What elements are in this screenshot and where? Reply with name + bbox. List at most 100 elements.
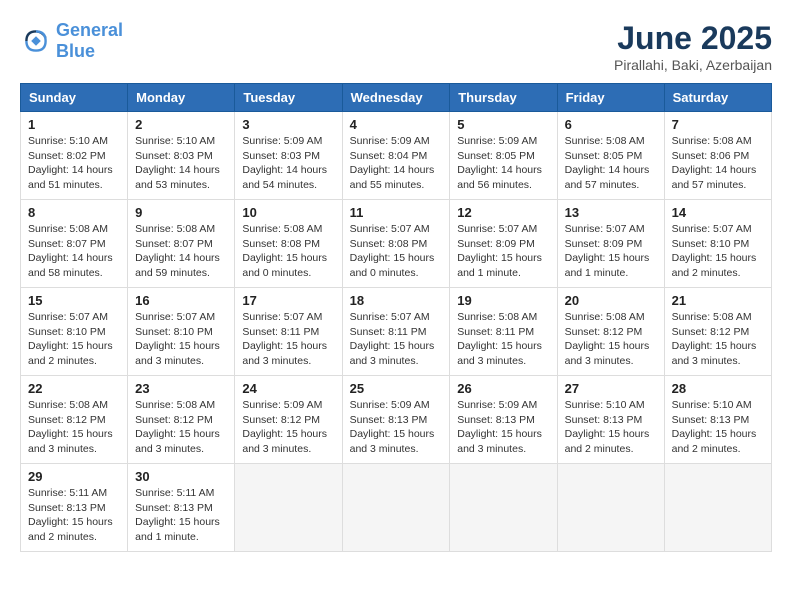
day-cell-5: 5 Sunrise: 5:09 AM Sunset: 8:05 PM Dayli… bbox=[450, 112, 557, 200]
sunrise-text: Sunrise: 5:09 AM bbox=[350, 135, 430, 147]
col-saturday: Saturday bbox=[664, 84, 771, 112]
day-number: 28 bbox=[672, 381, 764, 396]
sunset-text: Sunset: 8:13 PM bbox=[457, 414, 535, 426]
day-number: 9 bbox=[135, 205, 227, 220]
sunset-text: Sunset: 8:11 PM bbox=[457, 326, 534, 338]
day-cell-3: 3 Sunrise: 5:09 AM Sunset: 8:03 PM Dayli… bbox=[235, 112, 342, 200]
sunset-text: Sunset: 8:13 PM bbox=[672, 414, 750, 426]
logo-general: General bbox=[56, 20, 123, 40]
day-cell-7b: 7 Sunrise: 5:08 AM Sunset: 8:06 PM Dayli… bbox=[664, 112, 771, 200]
day-number: 8 bbox=[28, 205, 120, 220]
day-number: 11 bbox=[350, 205, 443, 220]
day-number: 23 bbox=[135, 381, 227, 396]
sunrise-text: Sunrise: 5:08 AM bbox=[135, 399, 215, 411]
sunset-text: Sunset: 8:13 PM bbox=[565, 414, 643, 426]
daylight-text: Daylight: 15 hours and 0 minutes. bbox=[242, 252, 327, 279]
sunset-text: Sunset: 8:10 PM bbox=[135, 326, 213, 338]
location-subtitle: Pirallahi, Baki, Azerbaijan bbox=[614, 57, 772, 73]
day-cell-14: 14 Sunrise: 5:07 AM Sunset: 8:10 PM Dayl… bbox=[664, 200, 771, 288]
day-number: 7 bbox=[672, 117, 764, 132]
sunrise-text: Sunrise: 5:10 AM bbox=[135, 135, 215, 147]
daylight-text: Daylight: 15 hours and 2 minutes. bbox=[28, 516, 113, 543]
day-cell-25: 25 Sunrise: 5:09 AM Sunset: 8:13 PM Dayl… bbox=[342, 376, 450, 464]
day-number: 27 bbox=[565, 381, 657, 396]
title-area: June 2025 Pirallahi, Baki, Azerbaijan bbox=[614, 20, 772, 73]
daylight-text: Daylight: 15 hours and 3 minutes. bbox=[28, 428, 113, 455]
logo: General Blue bbox=[20, 20, 123, 62]
sunrise-text: Sunrise: 5:08 AM bbox=[672, 135, 752, 147]
sunset-text: Sunset: 8:11 PM bbox=[242, 326, 319, 338]
day-cell-17: 17 Sunrise: 5:07 AM Sunset: 8:11 PM Dayl… bbox=[235, 288, 342, 376]
sunset-text: Sunset: 8:13 PM bbox=[350, 414, 428, 426]
sunset-text: Sunset: 8:12 PM bbox=[28, 414, 106, 426]
daylight-text: Daylight: 15 hours and 2 minutes. bbox=[672, 428, 757, 455]
table-row: 22 Sunrise: 5:08 AM Sunset: 8:12 PM Dayl… bbox=[21, 376, 772, 464]
daylight-text: Daylight: 15 hours and 3 minutes. bbox=[565, 340, 650, 367]
cell-content: Sunrise: 5:08 AM Sunset: 8:07 PM Dayligh… bbox=[28, 222, 120, 281]
col-wednesday: Wednesday bbox=[342, 84, 450, 112]
day-number: 14 bbox=[672, 205, 764, 220]
sunset-text: Sunset: 8:07 PM bbox=[28, 238, 106, 250]
sunset-text: Sunset: 8:06 PM bbox=[672, 150, 750, 162]
cell-content: Sunrise: 5:09 AM Sunset: 8:03 PM Dayligh… bbox=[242, 134, 334, 193]
day-cell-11: 11 Sunrise: 5:07 AM Sunset: 8:08 PM Dayl… bbox=[342, 200, 450, 288]
sunrise-text: Sunrise: 5:11 AM bbox=[28, 487, 107, 499]
sunrise-text: Sunrise: 5:10 AM bbox=[565, 399, 645, 411]
day-cell-29: 29 Sunrise: 5:11 AM Sunset: 8:13 PM Dayl… bbox=[21, 464, 128, 552]
day-cell-22: 22 Sunrise: 5:08 AM Sunset: 8:12 PM Dayl… bbox=[21, 376, 128, 464]
col-monday: Monday bbox=[128, 84, 235, 112]
cell-content: Sunrise: 5:10 AM Sunset: 8:13 PM Dayligh… bbox=[672, 398, 764, 457]
empty-cell bbox=[342, 464, 450, 552]
sunset-text: Sunset: 8:03 PM bbox=[242, 150, 320, 162]
cell-content: Sunrise: 5:10 AM Sunset: 8:13 PM Dayligh… bbox=[565, 398, 657, 457]
day-cell-4: 4 Sunrise: 5:09 AM Sunset: 8:04 PM Dayli… bbox=[342, 112, 450, 200]
day-number: 12 bbox=[457, 205, 549, 220]
sunrise-text: Sunrise: 5:07 AM bbox=[350, 311, 430, 323]
sunrise-text: Sunrise: 5:11 AM bbox=[135, 487, 214, 499]
sunset-text: Sunset: 8:13 PM bbox=[28, 502, 106, 514]
sunrise-text: Sunrise: 5:08 AM bbox=[28, 223, 108, 235]
sunset-text: Sunset: 8:13 PM bbox=[135, 502, 213, 514]
day-cell-20: 20 Sunrise: 5:08 AM Sunset: 8:12 PM Dayl… bbox=[557, 288, 664, 376]
day-cell-24: 24 Sunrise: 5:09 AM Sunset: 8:12 PM Dayl… bbox=[235, 376, 342, 464]
day-cell-10: 10 Sunrise: 5:08 AM Sunset: 8:08 PM Dayl… bbox=[235, 200, 342, 288]
daylight-text: Daylight: 15 hours and 3 minutes. bbox=[242, 340, 327, 367]
sunset-text: Sunset: 8:09 PM bbox=[457, 238, 535, 250]
sunrise-text: Sunrise: 5:10 AM bbox=[672, 399, 752, 411]
sunrise-text: Sunrise: 5:07 AM bbox=[672, 223, 752, 235]
day-number: 16 bbox=[135, 293, 227, 308]
col-friday: Friday bbox=[557, 84, 664, 112]
day-number: 24 bbox=[242, 381, 334, 396]
daylight-text: Daylight: 15 hours and 2 minutes. bbox=[565, 428, 650, 455]
day-number: 22 bbox=[28, 381, 120, 396]
sunset-text: Sunset: 8:12 PM bbox=[135, 414, 213, 426]
sunset-text: Sunset: 8:09 PM bbox=[565, 238, 643, 250]
sunset-text: Sunset: 8:02 PM bbox=[28, 150, 106, 162]
day-cell-1: 1 Sunrise: 5:10 AM Sunset: 8:02 PM Dayli… bbox=[21, 112, 128, 200]
sunset-text: Sunset: 8:12 PM bbox=[565, 326, 643, 338]
cell-content: Sunrise: 5:07 AM Sunset: 8:10 PM Dayligh… bbox=[672, 222, 764, 281]
sunset-text: Sunset: 8:12 PM bbox=[672, 326, 750, 338]
cell-content: Sunrise: 5:08 AM Sunset: 8:12 PM Dayligh… bbox=[672, 310, 764, 369]
cell-content: Sunrise: 5:08 AM Sunset: 8:08 PM Dayligh… bbox=[242, 222, 334, 281]
cell-content: Sunrise: 5:07 AM Sunset: 8:09 PM Dayligh… bbox=[565, 222, 657, 281]
daylight-text: Daylight: 15 hours and 1 minute. bbox=[457, 252, 542, 279]
sunrise-text: Sunrise: 5:07 AM bbox=[242, 311, 322, 323]
sunrise-text: Sunrise: 5:07 AM bbox=[28, 311, 108, 323]
sunrise-text: Sunrise: 5:08 AM bbox=[565, 311, 645, 323]
daylight-text: Daylight: 14 hours and 54 minutes. bbox=[242, 164, 327, 191]
day-cell-27: 27 Sunrise: 5:10 AM Sunset: 8:13 PM Dayl… bbox=[557, 376, 664, 464]
day-number: 26 bbox=[457, 381, 549, 396]
day-number: 17 bbox=[242, 293, 334, 308]
logo-text: General Blue bbox=[56, 20, 123, 62]
cell-content: Sunrise: 5:08 AM Sunset: 8:07 PM Dayligh… bbox=[135, 222, 227, 281]
daylight-text: Daylight: 15 hours and 3 minutes. bbox=[457, 428, 542, 455]
sunset-text: Sunset: 8:08 PM bbox=[350, 238, 428, 250]
sunset-text: Sunset: 8:07 PM bbox=[135, 238, 213, 250]
day-number: 21 bbox=[672, 293, 764, 308]
day-cell-28: 28 Sunrise: 5:10 AM Sunset: 8:13 PM Dayl… bbox=[664, 376, 771, 464]
cell-content: Sunrise: 5:09 AM Sunset: 8:12 PM Dayligh… bbox=[242, 398, 334, 457]
day-number: 4 bbox=[350, 117, 443, 132]
sunrise-text: Sunrise: 5:08 AM bbox=[565, 135, 645, 147]
daylight-text: Daylight: 14 hours and 53 minutes. bbox=[135, 164, 220, 191]
